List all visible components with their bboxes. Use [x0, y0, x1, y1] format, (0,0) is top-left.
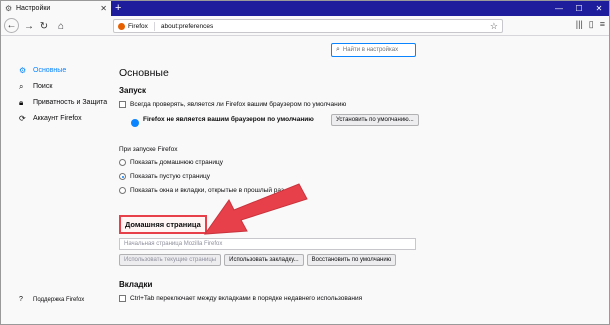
search-icon: ⌕ [336, 46, 340, 53]
tab-strip: ⚙ Настройки ✕ + — ☐ ✕ [1, 1, 609, 16]
radio-blank[interactable] [119, 173, 126, 180]
url-text[interactable]: about:preferences [161, 23, 213, 30]
default-browser-check-row: Всегда проверять, является ли Firefox ва… [119, 101, 599, 108]
sidebar-item-search[interactable]: ⌕ Поиск [19, 83, 109, 91]
ctrl-tab-label: Ctrl+Tab переключает между вкладками в п… [130, 295, 363, 302]
radio-label: Показать окна и вкладки, открытые в прош… [130, 187, 284, 194]
sidebar: ⚙ Основные ⌕ Поиск 🔒︎ Приватность и Защи… [19, 67, 109, 131]
support-link[interactable]: ? Поддержка Firefox [19, 296, 84, 303]
window-close-button[interactable]: ✕ [589, 1, 609, 16]
always-check-checkbox[interactable] [119, 101, 126, 108]
sidebar-item-label: Поиск [33, 83, 53, 90]
radio-option[interactable]: Показать пустую страницу [119, 173, 599, 180]
ctrl-tab-row: Ctrl+Tab переключает между вкладками в п… [119, 295, 599, 302]
sync-icon: ⟳ [19, 114, 26, 123]
radio-label: Показать домашнюю страницу [130, 159, 223, 166]
radio-option[interactable]: Показать домашнюю страницу [119, 159, 599, 166]
close-icon[interactable]: ✕ [100, 4, 107, 13]
radio-option[interactable]: Показать окна и вкладки, открытые в прош… [119, 187, 599, 194]
radio-homepage[interactable] [119, 159, 126, 166]
maximize-button[interactable]: ☐ [569, 1, 589, 16]
use-current-button[interactable]: Использовать текущие страницы [119, 254, 222, 266]
toolbar-icons: ||| ▯ ≡ [576, 19, 605, 30]
search-placeholder: Найти в настройках [342, 47, 399, 53]
always-check-label: Всегда проверять, является ли Firefox ва… [130, 101, 347, 108]
lock-icon: 🔒︎ [19, 98, 24, 107]
bookmark-star-icon[interactable]: ☆ [490, 21, 498, 32]
search-icon: ⌕ [19, 82, 24, 91]
not-default-text: Firefox не является вашим браузером по у… [143, 116, 314, 123]
gear-icon: ⚙ [19, 66, 27, 75]
new-tab-button[interactable]: + [115, 2, 121, 14]
url-identity-label: Firefox [128, 22, 148, 30]
minimize-button[interactable]: — [549, 1, 569, 16]
library-icon[interactable]: ||| [576, 19, 583, 30]
firefox-icon [118, 22, 125, 30]
browser-window: ⚙ Настройки ✕ + — ☐ ✕ ← → ↻ ⌂ Firefox ab… [0, 0, 610, 325]
sidebar-item-general[interactable]: ⚙ Основные [19, 67, 109, 75]
homepage-buttons: Использовать текущие страницы Использова… [119, 254, 599, 266]
gear-icon: ⚙ [5, 3, 13, 13]
homepage-heading: Домашняя страница [119, 215, 207, 234]
nav-bar: ← → ↻ ⌂ Firefox about:preferences ☆ ||| … [1, 16, 609, 36]
help-icon: ? [19, 296, 23, 303]
preferences-content: ⌕ Найти в настройках ⚙ Основные ⌕ Поиск … [1, 37, 609, 324]
sidebar-item-label: Приватность и Защита [33, 99, 108, 106]
not-default-notice: Firefox не является вашим браузером по у… [131, 112, 599, 136]
on-start-label: При запуске Firefox [119, 146, 178, 153]
url-separator [153, 21, 155, 31]
radio-label: Показать пустую страницу [130, 173, 211, 180]
sidebar-item-account[interactable]: ⟳ Аккаунт Firefox [19, 115, 109, 123]
radio-restore-session[interactable] [119, 187, 126, 194]
support-label: Поддержка Firefox [33, 296, 85, 303]
search-input[interactable]: ⌕ Найти в настройках [331, 43, 416, 57]
sidebar-item-privacy[interactable]: 🔒︎ Приватность и Защита [19, 99, 109, 107]
menu-icon[interactable]: ≡ [600, 19, 605, 30]
tab-preferences[interactable]: ⚙ Настройки ✕ [1, 1, 111, 16]
url-bar[interactable]: Firefox about:preferences ☆ [113, 19, 503, 33]
tab-title: Настройки [16, 5, 51, 12]
tabs-heading: Вкладки [119, 280, 153, 289]
window-controls: — ☐ ✕ [549, 1, 609, 16]
main-panel: Основные Запуск Всегда проверять, являет… [119, 67, 599, 302]
sidebar-item-label: Аккаунт Firefox [33, 115, 82, 122]
forward-button[interactable]: → [22, 19, 36, 33]
reload-button[interactable]: ↻ [37, 19, 51, 33]
sidebar-icon[interactable]: ▯ [589, 19, 594, 30]
restore-default-button[interactable]: Восстановить по умолчанию [306, 254, 397, 266]
page-title: Основные [119, 67, 169, 79]
ctrl-tab-checkbox[interactable] [119, 295, 126, 302]
back-button[interactable]: ← [4, 18, 19, 33]
home-button[interactable]: ⌂ [54, 19, 68, 33]
homepage-input[interactable]: Начальная страница Mozilla Firefox [119, 238, 416, 250]
sidebar-item-label: Основные [33, 67, 67, 74]
browser-status-icon [131, 119, 139, 127]
startup-heading: Запуск [119, 86, 146, 95]
on-start-options: Показать домашнюю страницу Показать пуст… [119, 159, 599, 194]
homepage-placeholder: Начальная страница Mozilla Firefox [124, 241, 223, 247]
use-bookmark-button[interactable]: Использовать закладку... [224, 254, 304, 266]
set-default-button[interactable]: Установить по умолчанию... [331, 114, 419, 126]
